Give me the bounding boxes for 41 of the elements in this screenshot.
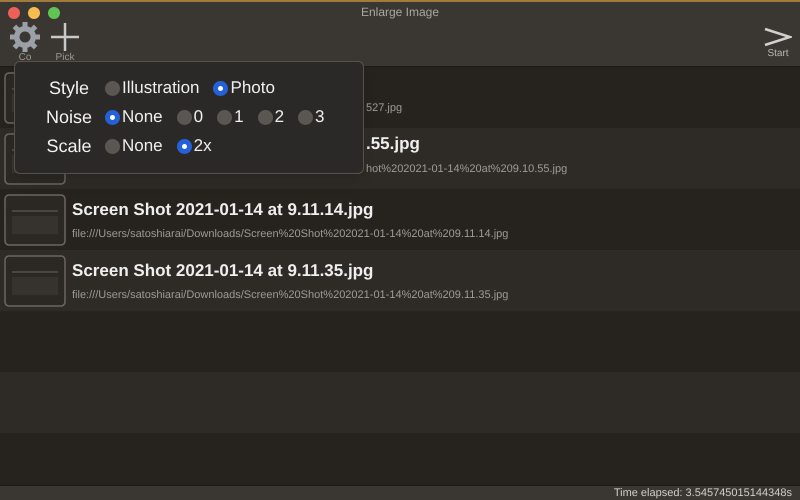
close-button[interactable] (8, 7, 20, 19)
zoom-button[interactable] (48, 7, 60, 19)
thumbnail (4, 194, 66, 246)
file-name: .55.jpg (366, 133, 421, 155)
setting-label: Scale (45, 134, 93, 158)
radio-label: 3 (315, 106, 325, 128)
start-button[interactable]: Start (764, 26, 792, 60)
radio-label: Illustration (122, 77, 200, 100)
file-path: hot%202021-01-14%20at%209.10.55.jpg (366, 162, 568, 176)
radio-button[interactable] (217, 110, 232, 124)
radio-button[interactable] (176, 110, 192, 124)
file-name: Screen Shot 2021-01-14 at 9.11.14.jpg (72, 198, 374, 221)
plus-icon (49, 22, 81, 52)
chevron-right-icon (764, 26, 792, 48)
toolbar-button[interactable]: Pick (46, 22, 84, 64)
file-path: file:///Users/satoshiarai/Downloads/Screen%20Shot%202021-01-14%20at%209.11.14.jpg (72, 227, 508, 242)
file-name: Screen Shot 2021-01-14 at 9.11.35.jpg (72, 260, 374, 282)
status-text: Time elapsed: 3.545745015144348s (614, 486, 792, 500)
radio-label: 2x (194, 135, 212, 158)
radio-button[interactable] (213, 80, 228, 96)
radio-label: 0 (194, 106, 204, 128)
setting-label: Noise (44, 106, 94, 128)
thumbnail (4, 254, 66, 306)
radio-button[interactable] (176, 138, 192, 154)
settings-icon (8, 22, 42, 52)
setting-label: Style (48, 76, 90, 100)
radio-button[interactable] (105, 80, 120, 96)
radio-label: None (122, 135, 163, 158)
window-title: Enlarge Image (360, 4, 440, 21)
file-path: 527.jpg (366, 100, 402, 116)
radio-button[interactable] (258, 110, 273, 124)
file-path: file:///Users/satoshiarai/Downloads/Screen%20Shot%202021-01-14%20at%209.11.35.jpg (72, 288, 508, 303)
radio-button[interactable] (105, 110, 120, 124)
radio-button[interactable] (298, 110, 314, 124)
file-row[interactable]: Screen Shot 2021-01-14 at 9.11.35.jpg file:///Users/satoshiarai/Downloads/Screen%20Shot%202021-01-14%20at%209.11.35.jpg (0, 250, 800, 311)
radio-button[interactable] (105, 138, 120, 154)
radio-label: 1 (234, 106, 244, 128)
radio-label: None (122, 106, 163, 128)
radio-label: Photo (230, 77, 275, 100)
minimize-button[interactable] (28, 7, 40, 19)
radio-label: 2 (274, 106, 284, 128)
